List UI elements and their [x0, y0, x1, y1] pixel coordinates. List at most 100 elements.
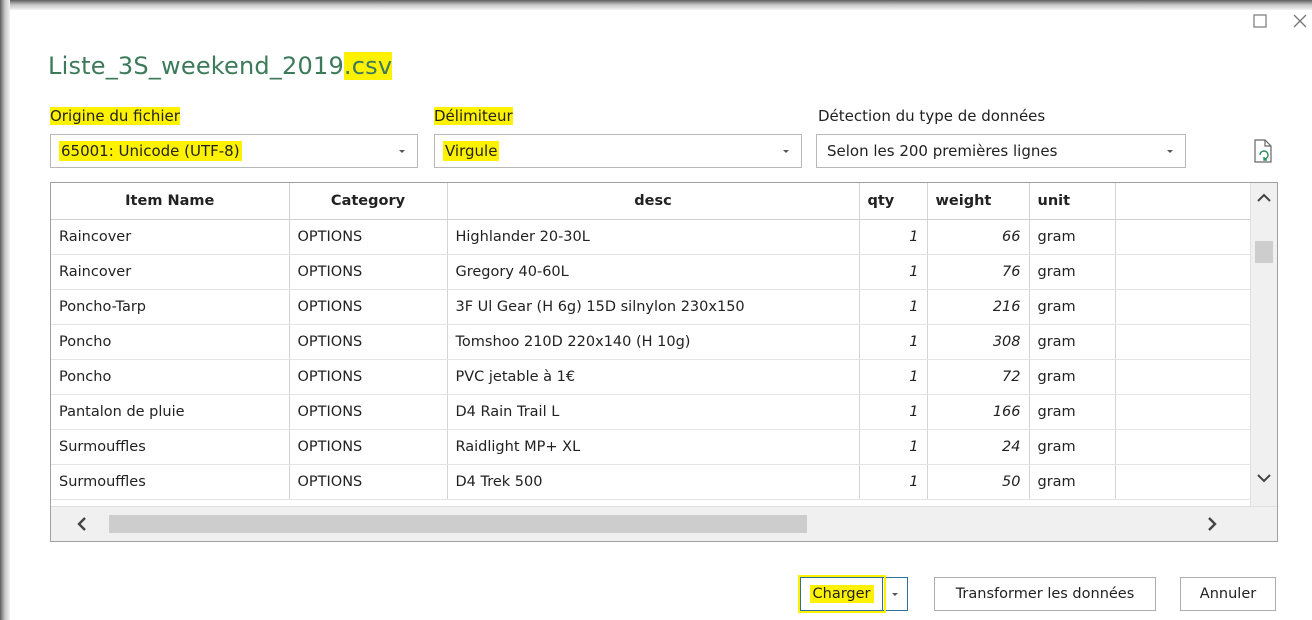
cell-item-name: Raincover	[51, 219, 290, 255]
cell-qty: 1	[859, 289, 928, 325]
column-header-qty[interactable]: qty	[859, 183, 928, 220]
cell-category: OPTIONS	[289, 394, 448, 430]
load-split-button: Charger	[800, 577, 908, 611]
cell-item-name: Poncho	[51, 324, 290, 360]
preview-table: Item Name Category desc qty weight unit …	[51, 183, 1253, 500]
chevron-left-icon[interactable]	[73, 515, 91, 533]
restore-icon[interactable]	[1248, 9, 1272, 33]
cell-weight: 66	[927, 219, 1030, 255]
chevron-right-icon[interactable]	[1203, 515, 1221, 533]
cell-unit: gram	[1029, 219, 1116, 255]
detection-label: Détection du type de données	[818, 107, 1046, 125]
detection-value: Selon les 200 premières lignes	[827, 142, 1058, 160]
cell-empty	[1115, 254, 1253, 290]
cell-empty	[1115, 219, 1253, 255]
cell-qty: 1	[859, 359, 928, 395]
cell-qty: 1	[859, 429, 928, 465]
origin-value: 65001: Unicode (UTF-8)	[59, 141, 242, 161]
transform-data-button[interactable]: Transformer les données	[934, 577, 1156, 611]
cell-weight: 76	[927, 254, 1030, 290]
cell-desc: PVC jetable à 1€	[447, 359, 860, 395]
cell-unit: gram	[1029, 254, 1116, 290]
cancel-button[interactable]: Annuler	[1180, 577, 1276, 611]
cell-empty	[1115, 394, 1253, 430]
column-header-item-name[interactable]: Item Name	[51, 183, 290, 220]
cell-weight: 72	[927, 359, 1030, 395]
column-header-unit[interactable]: unit	[1029, 183, 1116, 220]
window-controls	[1248, 6, 1312, 36]
table-row: Surmouffles OPTIONS D4 Trek 500 1 50 gra…	[51, 464, 1253, 500]
cell-category: OPTIONS	[289, 254, 448, 290]
delimiter-select[interactable]: Virgule	[434, 134, 802, 168]
cell-empty	[1115, 429, 1253, 465]
chevron-down-icon	[783, 150, 789, 153]
cell-unit: gram	[1029, 324, 1116, 360]
detection-select[interactable]: Selon les 200 premières lignes	[816, 134, 1186, 168]
chevron-down-icon	[892, 593, 898, 596]
delimiter-label: Délimiteur	[434, 107, 513, 125]
column-header-category[interactable]: Category	[289, 183, 448, 220]
cell-weight: 24	[927, 429, 1030, 465]
vertical-scrollbar[interactable]	[1250, 183, 1277, 507]
cell-weight: 50	[927, 464, 1030, 500]
table-row: Poncho OPTIONS PVC jetable à 1€ 1 72 gra…	[51, 359, 1253, 395]
close-icon[interactable]	[1288, 9, 1312, 33]
cell-empty	[1115, 359, 1253, 395]
refresh-file-icon[interactable]	[1252, 138, 1274, 164]
cell-item-name: Surmouffles	[51, 464, 290, 500]
table-row: Poncho-Tarp OPTIONS 3F Ul Gear (H 6g) 15…	[51, 289, 1253, 325]
cell-weight: 308	[927, 324, 1030, 360]
load-dropdown-button[interactable]	[882, 577, 908, 611]
chevron-up-icon[interactable]	[1255, 189, 1273, 207]
column-header-weight[interactable]: weight	[927, 183, 1030, 220]
cell-qty: 1	[859, 394, 928, 430]
table-header-row: Item Name Category desc qty weight unit	[51, 183, 1253, 220]
cell-item-name: Raincover	[51, 254, 290, 290]
preview-grid[interactable]: Item Name Category desc qty weight unit …	[50, 182, 1278, 542]
cell-qty: 1	[859, 219, 928, 255]
chevron-down-icon[interactable]	[1255, 469, 1273, 487]
cell-qty: 1	[859, 324, 928, 360]
origin-select[interactable]: 65001: Unicode (UTF-8)	[50, 134, 418, 168]
horizontal-scrollbar[interactable]	[51, 506, 1277, 541]
table-row: Surmouffles OPTIONS Raidlight MP+ XL 1 2…	[51, 429, 1253, 465]
origin-label: Origine du fichier	[50, 107, 180, 125]
table-row: Raincover OPTIONS Gregory 40-60L 1 76 gr…	[51, 254, 1253, 290]
chevron-down-icon	[1167, 150, 1173, 153]
window-border-left	[0, 0, 10, 620]
cell-desc: Raidlight MP+ XL	[447, 429, 860, 465]
file-extension: .csv	[343, 52, 393, 80]
cell-category: OPTIONS	[289, 219, 448, 255]
column-header-empty	[1115, 183, 1253, 220]
table-row: Raincover OPTIONS Highlander 20-30L 1 66…	[51, 219, 1253, 255]
cell-desc: Tomshoo 210D 220x140 (H 10g)	[447, 324, 860, 360]
chevron-down-icon	[399, 150, 405, 153]
cell-weight: 216	[927, 289, 1030, 325]
cell-category: OPTIONS	[289, 324, 448, 360]
csv-import-dialog: Liste_3S_weekend_2019.csv Origine du fic…	[0, 0, 1312, 620]
vertical-scroll-thumb[interactable]	[1255, 241, 1273, 263]
table-row: Poncho OPTIONS Tomshoo 210D 220x140 (H 1…	[51, 324, 1253, 360]
horizontal-scroll-thumb[interactable]	[109, 515, 807, 533]
cell-empty	[1115, 289, 1253, 325]
cell-item-name: Pantalon de pluie	[51, 394, 290, 430]
cell-category: OPTIONS	[289, 464, 448, 500]
cell-desc: D4 Trek 500	[447, 464, 860, 500]
cell-empty	[1115, 464, 1253, 500]
cell-category: OPTIONS	[289, 359, 448, 395]
cell-unit: gram	[1029, 394, 1116, 430]
delimiter-value: Virgule	[443, 141, 500, 161]
load-button[interactable]: Charger	[800, 577, 882, 611]
cell-unit: gram	[1029, 359, 1116, 395]
cell-item-name: Surmouffles	[51, 429, 290, 465]
cell-unit: gram	[1029, 464, 1116, 500]
cell-category: OPTIONS	[289, 289, 448, 325]
cell-qty: 1	[859, 464, 928, 500]
cell-desc: D4 Rain Trail L	[447, 394, 860, 430]
cell-unit: gram	[1029, 289, 1116, 325]
cell-weight: 166	[927, 394, 1030, 430]
cell-qty: 1	[859, 254, 928, 290]
window-border-top	[0, 0, 1312, 10]
dialog-title: Liste_3S_weekend_2019.csv	[48, 52, 393, 80]
column-header-desc[interactable]: desc	[447, 183, 860, 220]
